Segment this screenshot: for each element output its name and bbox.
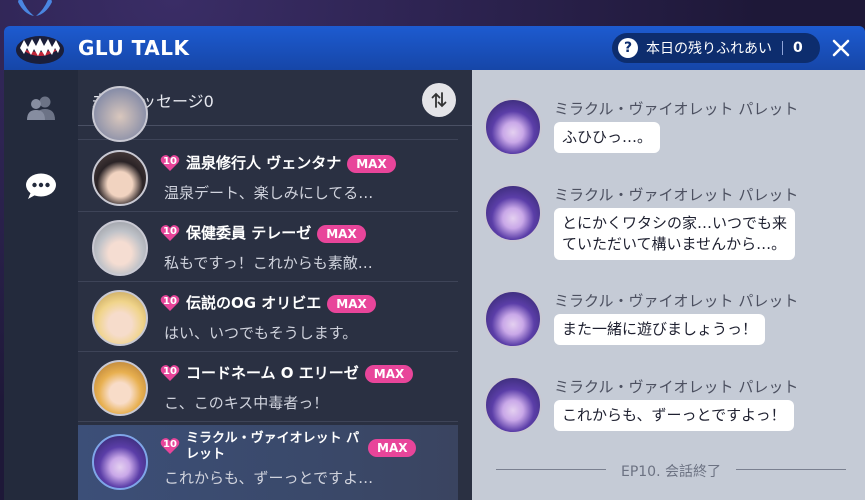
- sender-name: ミラクル・ヴァイオレット パレット: [554, 292, 799, 310]
- close-icon[interactable]: [829, 36, 853, 60]
- divider-line: [736, 469, 846, 470]
- remaining-count: 0: [793, 40, 803, 56]
- message-bubble: とにかくワタシの家…いつでも来 ていただいて構いませんから…。: [554, 208, 796, 260]
- sort-button[interactable]: [422, 83, 456, 117]
- glu-talk-window: GLU TALK ? 本日の残りふれあい 0 未読メッセージ0 10 温泉修行人…: [0, 0, 865, 500]
- affection-level: 10: [163, 366, 177, 377]
- max-badge: MAX: [317, 224, 366, 243]
- contact-list-panel: 未読メッセージ0 10 温泉修行人 ヴェンタナ MAX 温泉デート、楽しみにしてる…: [78, 70, 472, 500]
- list-item[interactable]: 10 温泉修行人 ヴェンタナ MAX 温泉デート、楽しみにしてる…: [78, 142, 458, 212]
- avatar: [92, 86, 148, 142]
- episode-end-divider: EP10. 会話終了: [496, 460, 846, 480]
- avatar: [484, 290, 542, 348]
- chat-message: ミラクル・ヴァイオレット パレット とにかくワタシの家…いつでも来 ていただいて構…: [482, 184, 862, 284]
- max-badge: MAX: [347, 154, 396, 173]
- contact-name: 保健委員 テレーゼ MAX: [186, 222, 366, 243]
- message-bubble: また一緒に遊びましょうっ！: [554, 314, 766, 345]
- separator: [782, 41, 783, 55]
- message-preview: はい、いつでもそうします。: [164, 324, 358, 342]
- chat-icon: [26, 173, 56, 199]
- contact-name: コードネーム O エリーゼ MAX: [186, 362, 414, 383]
- people-icon: [27, 96, 55, 120]
- affection-level: 10: [163, 439, 177, 450]
- nav-chat-button[interactable]: [4, 156, 78, 216]
- message-preview: こ、このキス中毒者っ！: [164, 394, 329, 412]
- contact-name: ミラクル・ヴァイオレット パレット: [186, 431, 360, 462]
- avatar: [484, 376, 542, 434]
- list-item[interactable]: 10 伝説のOG オリビエ MAX はい、いつでもそうします。: [78, 282, 458, 352]
- affection-level: 10: [163, 156, 177, 167]
- contact-name: 温泉修行人 ヴェンタナ MAX: [186, 152, 396, 173]
- scrollbar[interactable]: [462, 126, 472, 500]
- affection-level: 10: [163, 296, 177, 307]
- sender-name: ミラクル・ヴァイオレット パレット: [554, 378, 799, 396]
- chat-message: ミラクル・ヴァイオレット パレット ふひひっ…。: [482, 98, 862, 178]
- side-nav: [4, 70, 78, 500]
- sender-name: ミラクル・ヴァイオレット パレット: [554, 186, 799, 204]
- max-badge: MAX: [368, 439, 417, 457]
- app-title: GLU TALK: [78, 36, 190, 60]
- avatar: [484, 184, 542, 242]
- list-item-selected[interactable]: 10 ミラクル・ヴァイオレット パレット MAX これからも、ずーっとですよ…: [78, 425, 458, 500]
- chat-panel: ミラクル・ヴァイオレット パレット ふひひっ…。 ミラクル・ヴァイオレット パレ…: [472, 70, 865, 500]
- chat-message: ミラクル・ヴァイオレット パレット また一緒に遊びましょうっ！: [482, 290, 862, 370]
- avatar: [92, 150, 148, 206]
- message-preview: 私もですっ！これからも素敵…: [164, 254, 373, 272]
- list-item[interactable]: 10 コードネーム O エリーゼ MAX こ、このキス中毒者っ！: [78, 352, 458, 422]
- episode-end-label: EP10. 会話終了: [620, 464, 721, 480]
- shark-mouth-logo-icon: [16, 36, 64, 64]
- title-bar: GLU TALK ? 本日の残りふれあい 0: [4, 26, 865, 70]
- chat-message: ミラクル・ヴァイオレット パレット これからも、ずーっとですよっ！: [482, 376, 862, 456]
- max-badge: MAX: [364, 364, 414, 383]
- sort-icon: [431, 92, 447, 108]
- avatar: [92, 290, 148, 346]
- max-badge: MAX: [327, 294, 376, 313]
- sender-name: ミラクル・ヴァイオレット パレット: [554, 100, 799, 118]
- message-bubble: ふひひっ…。: [554, 122, 661, 153]
- bunny-ears-icon: [18, 0, 52, 16]
- list-item[interactable]: 10 保健委員 テレーゼ MAX 私もですっ！これからも素敵…: [78, 212, 458, 282]
- message-bubble: これからも、ずーっとですよっ！: [554, 400, 794, 431]
- avatar: [92, 360, 148, 416]
- message-preview: これからも、ずーっとですよ…: [164, 469, 374, 487]
- avatar: [92, 220, 148, 276]
- remaining-interactions: ? 本日の残りふれあい 0: [612, 33, 820, 63]
- affection-level: 10: [163, 226, 177, 237]
- remaining-label: 本日の残りふれあい: [646, 41, 772, 57]
- avatar: [92, 434, 148, 490]
- list-item[interactable]: [78, 86, 458, 142]
- nav-friends-button[interactable]: [4, 78, 78, 138]
- help-icon[interactable]: ?: [618, 38, 638, 58]
- avatar: [484, 98, 542, 156]
- message-preview: 温泉デート、楽しみにしてる…: [164, 184, 374, 202]
- contact-name: 伝説のOG オリビエ MAX: [186, 292, 376, 313]
